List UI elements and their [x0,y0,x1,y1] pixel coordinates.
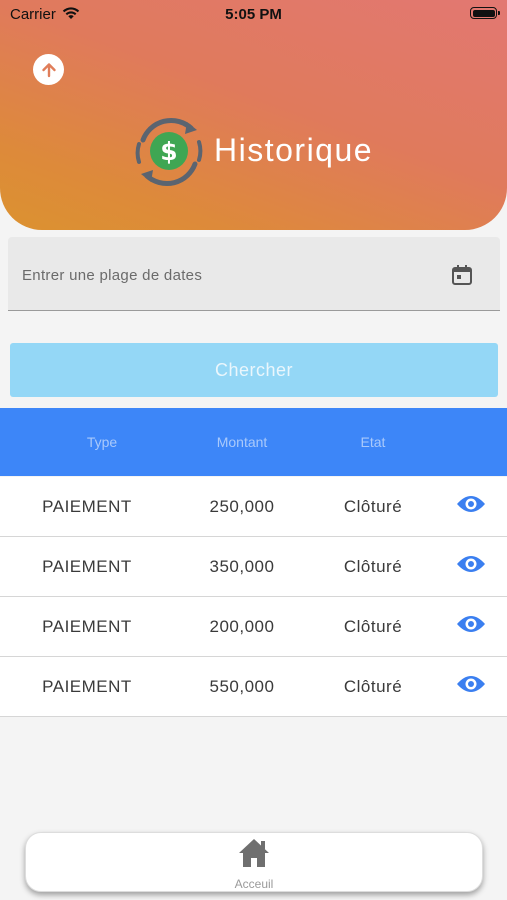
dollar-exchange-icon: $ [135,117,203,187]
search-button[interactable]: Chercher [10,343,498,397]
row-etat: Clôturé [343,677,403,696]
eye-icon[interactable] [456,494,486,514]
bottom-nav: Acceuil [25,832,483,892]
row-etat: Clôturé [343,617,403,636]
header [0,0,507,230]
back-button[interactable] [33,54,64,85]
row-montant: 550,000 [209,677,275,696]
eye-icon[interactable] [456,614,486,634]
arrow-up-icon [41,62,56,77]
nav-label-home[interactable]: Acceuil [26,877,482,891]
calendar-icon[interactable] [450,263,474,287]
battery-icon [470,7,500,19]
table-body: PAIEMENT 250,000 Clôturé PAIEMENT 350,00… [0,477,507,717]
table-row: PAIEMENT 250,000 Clôturé [0,477,507,537]
column-header-etat: Etat [360,434,386,450]
search-button-label: Chercher [214,359,294,380]
row-type: PAIEMENT [42,557,132,576]
table-row: PAIEMENT 350,000 Clôturé [0,537,507,597]
eye-icon[interactable] [456,554,486,574]
row-type: PAIEMENT [42,497,132,516]
row-etat: Clôturé [343,557,403,576]
table-row: PAIEMENT 550,000 Clôturé [0,657,507,717]
home-icon[interactable] [237,837,271,869]
row-type: PAIEMENT [42,677,132,696]
row-montant: 200,000 [209,617,275,636]
row-montant: 350,000 [209,557,275,576]
row-type: PAIEMENT [42,617,132,636]
column-header-type: Type [86,434,118,450]
row-etat: Clôturé [343,497,403,516]
row-montant: 250,000 [209,497,275,516]
date-range-field[interactable]: Entrer une plage de dates [8,237,500,311]
svg-text:$: $ [160,137,177,166]
column-header-montant: Montant [216,434,268,450]
status-bar: Carrier 5:05 PM [0,0,507,28]
clock: 5:05 PM [225,6,282,23]
date-range-placeholder: Entrer une plage de dates [22,267,203,284]
eye-icon[interactable] [456,674,486,694]
table-header: Type Montant Etat [0,408,507,476]
table-row: PAIEMENT 200,000 Clôturé [0,597,507,657]
page-title: Historique [214,132,374,168]
